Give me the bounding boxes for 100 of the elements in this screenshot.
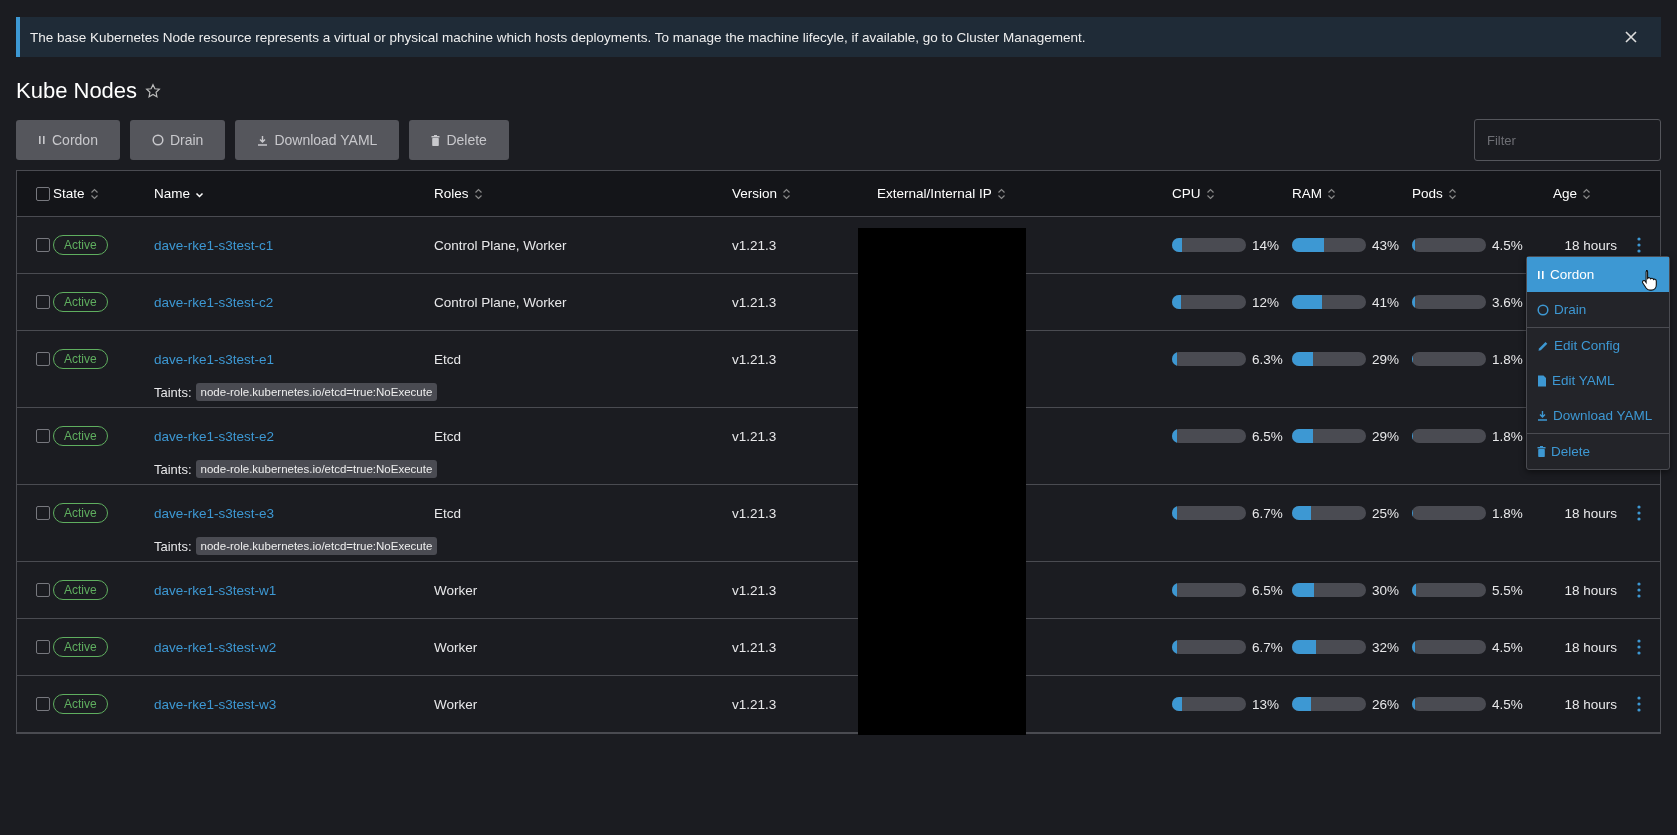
node-name-link[interactable]: dave-rke1-s3test-w3 <box>154 696 277 712</box>
more-options-icon[interactable] <box>1636 505 1641 521</box>
taint-tag: node-role.kubernetes.io/etcd=true:NoExecute <box>195 460 438 478</box>
row-checkbox[interactable] <box>36 352 50 366</box>
row-checkbox[interactable] <box>36 583 50 597</box>
trash-icon <box>1537 446 1546 457</box>
row-checkbox[interactable] <box>36 640 50 654</box>
table-cell: Worker <box>434 639 478 655</box>
pause-icon <box>1537 269 1545 280</box>
usage-percent: 43% <box>1372 237 1400 253</box>
node-name-link[interactable]: dave-rke1-s3test-c2 <box>154 294 274 310</box>
usage-percent: 3.6% <box>1492 294 1523 310</box>
circle-icon <box>1537 303 1549 316</box>
sort-icon[interactable] <box>1582 187 1591 200</box>
taints-label: Taints: <box>154 538 192 554</box>
usage-percent: 14% <box>1252 237 1280 253</box>
download-icon <box>1537 410 1548 421</box>
table-cell: Etcd <box>434 351 461 367</box>
usage-percent: 30% <box>1372 582 1400 598</box>
more-options-icon[interactable] <box>1636 696 1641 712</box>
usage-percent: 41% <box>1372 294 1400 310</box>
table-cell: v1.21.3 <box>732 696 777 712</box>
column-header[interactable]: Version <box>732 186 778 201</box>
node-name-link[interactable]: dave-rke1-s3test-e1 <box>154 351 275 367</box>
row-checkbox[interactable] <box>36 238 50 252</box>
table-cell: v1.21.3 <box>732 237 777 253</box>
menu-item[interactable]: Delete <box>1527 434 1669 469</box>
column-header[interactable]: State <box>53 186 85 201</box>
circle-icon <box>151 134 164 146</box>
table-cell: v1.21.3 <box>732 582 777 598</box>
node-name-link[interactable]: dave-rke1-s3test-w1 <box>154 582 277 598</box>
banner-message: The base Kubernetes Node resource represents a virtual or physical machine which hosts deployments. To manage the machine lifecyle, if available, go to Cluster Management. <box>30 29 1086 45</box>
table-cell: Worker <box>434 696 478 712</box>
table-cell: Control Plane, Worker <box>434 237 567 253</box>
menu-item[interactable]: Edit YAML <box>1527 363 1669 398</box>
table-cell: v1.21.3 <box>732 351 777 367</box>
column-header[interactable]: External/Internal IP <box>877 186 992 201</box>
table-cell: 18 hours <box>1564 696 1617 712</box>
sort-icon[interactable] <box>1447 187 1457 200</box>
row-checkbox[interactable] <box>36 295 50 309</box>
sort-icon[interactable] <box>1327 187 1336 200</box>
sort-icon[interactable] <box>996 187 1006 200</box>
node-name-link[interactable]: dave-rke1-s3test-c1 <box>154 237 274 253</box>
usage-percent: 6.7% <box>1252 639 1283 655</box>
usage-percent: 12% <box>1252 294 1280 310</box>
row-checkbox[interactable] <box>36 697 50 711</box>
file-icon <box>1537 374 1547 387</box>
table-cell: 18 hours <box>1564 582 1617 598</box>
taints-label: Taints: <box>154 384 192 400</box>
pencil-icon <box>1537 339 1549 352</box>
table-cell: Worker <box>434 582 478 598</box>
usage-percent: 4.5% <box>1492 639 1523 655</box>
taint-tag: node-role.kubernetes.io/etcd=true:NoExecute <box>195 537 438 555</box>
row-checkbox[interactable] <box>36 429 50 443</box>
menu-item[interactable]: Cordon <box>1527 257 1669 292</box>
column-header[interactable]: Pods <box>1412 186 1443 201</box>
table-cell: Etcd <box>434 428 461 444</box>
usage-percent: 6.5% <box>1252 582 1283 598</box>
usage-percent: 6.3% <box>1252 351 1283 367</box>
sort-icon[interactable] <box>89 187 99 200</box>
row-checkbox[interactable] <box>36 506 50 520</box>
usage-percent: 26% <box>1372 696 1400 712</box>
download-icon <box>257 134 269 146</box>
sort-icon[interactable] <box>782 187 792 200</box>
table-cell: 18 hours <box>1564 237 1617 253</box>
column-header[interactable]: RAM <box>1292 186 1322 201</box>
column-header[interactable]: Age <box>1552 186 1577 201</box>
select-all-checkbox[interactable] <box>36 186 50 201</box>
node-name-link[interactable]: dave-rke1-s3test-w2 <box>154 639 277 655</box>
table-cell: v1.21.3 <box>732 294 777 310</box>
more-options-icon[interactable] <box>1636 639 1641 655</box>
column-header[interactable]: Roles <box>434 186 469 201</box>
menu-item[interactable]: Drain <box>1527 292 1669 327</box>
more-options-icon[interactable] <box>1636 237 1641 253</box>
more-options-icon[interactable] <box>1636 582 1641 598</box>
table-cell: Etcd <box>434 505 461 521</box>
sort-icon[interactable] <box>473 187 483 200</box>
pointer-cursor-icon <box>1641 269 1659 291</box>
menu-item[interactable]: Edit Config <box>1527 328 1669 363</box>
usage-percent: 6.5% <box>1252 428 1283 444</box>
usage-percent: 4.5% <box>1492 237 1523 253</box>
column-header[interactable]: Name <box>154 186 190 201</box>
node-name-link[interactable]: dave-rke1-s3test-e2 <box>154 428 275 444</box>
taints-label: Taints: <box>154 461 192 477</box>
close-icon[interactable] <box>1625 31 1637 43</box>
sort-icon[interactable] <box>1205 187 1215 200</box>
star-icon[interactable] <box>145 83 162 99</box>
usage-percent: 1.8% <box>1492 351 1523 367</box>
usage-percent: 1.8% <box>1492 505 1523 521</box>
filter-field[interactable]: Filter <box>1474 119 1661 161</box>
usage-percent: 6.7% <box>1252 505 1283 521</box>
trash-icon <box>431 134 441 146</box>
usage-percent: 5.5% <box>1492 582 1523 598</box>
column-header[interactable]: CPU <box>1172 186 1201 201</box>
table-cell: Control Plane, Worker <box>434 294 567 310</box>
table-cell: v1.21.3 <box>732 639 777 655</box>
usage-percent: 25% <box>1372 505 1400 521</box>
menu-item[interactable]: Download YAML <box>1527 398 1669 433</box>
node-name-link[interactable]: dave-rke1-s3test-e3 <box>154 505 275 521</box>
table-cell: 18 hours <box>1564 639 1617 655</box>
